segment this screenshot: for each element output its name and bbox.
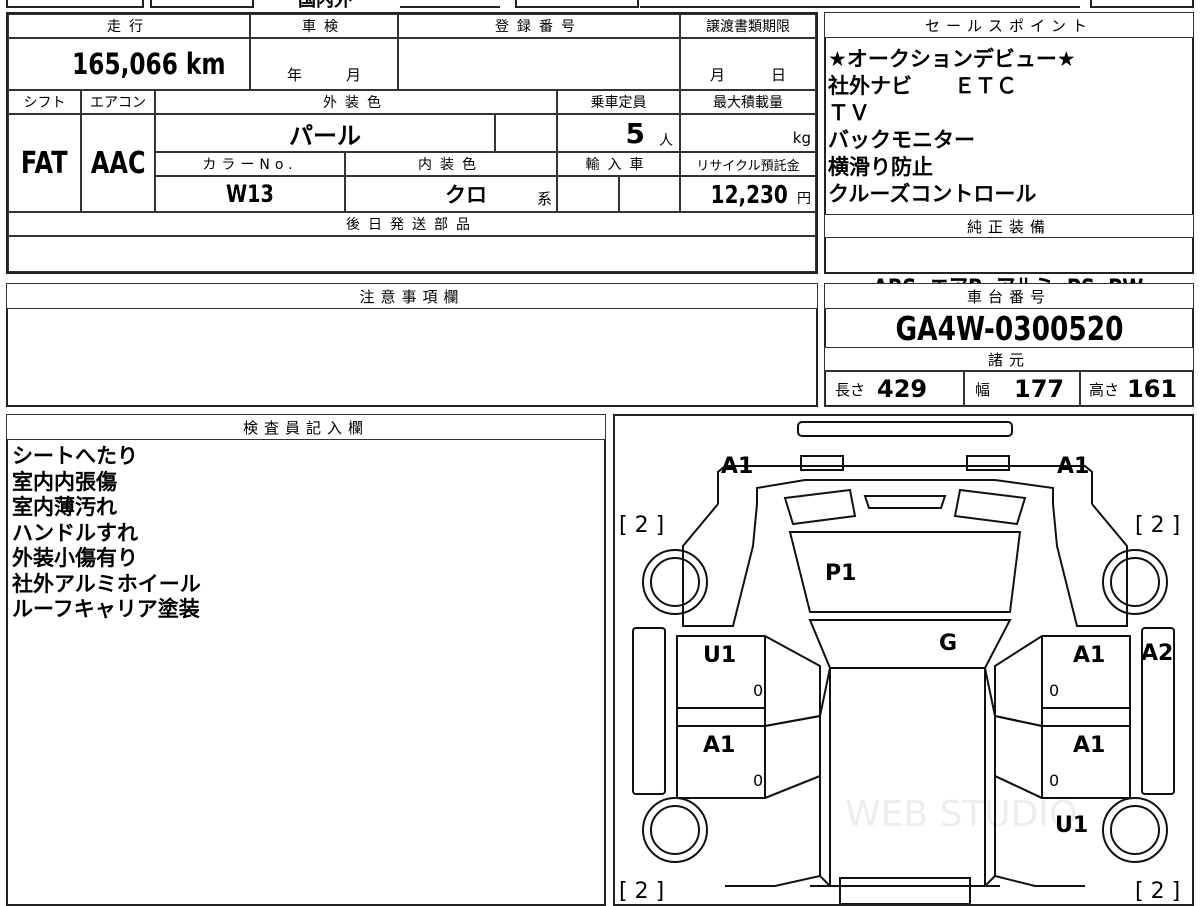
sales-point-line: 社外ナビ ＥＴＣ: [828, 74, 1017, 98]
exterior-value: パール: [289, 121, 361, 150]
later-parts-label: 後日発送部品: [8, 212, 816, 236]
later-parts-value: [8, 236, 816, 272]
sales-points-box: セールスポイント ★オークションデビュー★ 社外ナビ ＥＴＣ ＴＶ バックモニタ…: [824, 12, 1194, 302]
recycle-unit: 円: [797, 191, 811, 207]
capacity-unit: 人: [659, 133, 673, 149]
mark-front-right: A1: [1057, 454, 1089, 479]
car-diagram: A1 A1 [ 2 ] [ 2 ] [ 2 ] [ 2 ] P1 G U1 A1…: [619, 421, 1180, 904]
inspection-year: 年: [286, 66, 302, 84]
mark-front-left: A1: [721, 454, 753, 479]
color-no-label: カラーNo.: [155, 152, 345, 176]
inspector-line: ルーフキャリア塗装: [12, 597, 200, 621]
mark-zero: 0: [1049, 771, 1059, 790]
width-label: 幅: [975, 380, 991, 399]
inspector-line: シートへたり: [12, 444, 138, 468]
inspection-label: 車検: [250, 14, 398, 38]
mark-right-rear-door: A1: [1073, 733, 1105, 758]
watermark: WEB STUDIO: [845, 794, 1077, 835]
car-diagram-box: A1 A1 [ 2 ] [ 2 ] [ 2 ] [ 2 ] P1 G U1 A1…: [613, 414, 1194, 906]
notes-label: 注意事項欄: [6, 283, 818, 309]
mark-hood: P1: [825, 561, 856, 586]
inspector-line: 社外アルミホイール: [12, 571, 201, 596]
transfer-day: 日: [771, 66, 787, 84]
chassis-number: GA4W-0300520: [895, 308, 1123, 348]
ac-label: エアコン: [81, 90, 155, 114]
mark-right-side: A2: [1141, 641, 1173, 666]
sales-point-line: バックモニター: [828, 128, 975, 152]
height-value: 161: [1127, 375, 1178, 403]
sales-point-line: 横滑り防止: [828, 155, 933, 179]
sales-point-line: クルーズコントロール: [828, 182, 1037, 206]
mark-zero: 0: [1049, 681, 1059, 700]
mark-right-front-door: A1: [1073, 643, 1105, 668]
top-partial-text: 国内外: [298, 0, 352, 11]
shift-value: FAT: [21, 145, 68, 181]
interior-suffix: 系: [536, 190, 552, 208]
interior-value: クロ: [445, 183, 487, 207]
length-label: 長さ: [835, 380, 866, 399]
transfer-deadline-label: 譲渡書類期限: [680, 14, 816, 38]
chassis-label: 車台番号: [824, 283, 1194, 309]
max-load-unit: kg: [792, 129, 811, 147]
inspector-line: ハンドルすれ: [12, 520, 138, 545]
specs-label: 諸元: [824, 347, 1194, 371]
sales-point-line: ＴＶ: [828, 101, 870, 125]
inspector-line: 室内薄汚れ: [12, 495, 117, 519]
mark-bracket-br: [ 2 ]: [1135, 879, 1180, 904]
recycle-value: 12,230: [710, 179, 788, 209]
standard-equipment-label: 純正装備: [824, 214, 1194, 238]
inspector-line: 室内内張傷: [12, 469, 117, 494]
height-label: 高さ: [1089, 380, 1120, 399]
sales-points-list: ★オークションデビュー★ 社外ナビ ＥＴＣ ＴＶ バックモニター 横滑り防止 ク…: [828, 46, 1076, 208]
sales-point-line: ★オークションデビュー★: [828, 47, 1076, 71]
max-load-label: 最大積載量: [680, 90, 816, 114]
import-label: 輸入車: [557, 152, 680, 176]
notes-box: 注意事項欄: [6, 283, 818, 407]
registration-label: 登録番号: [398, 14, 680, 38]
mileage-label: 走行: [8, 14, 250, 38]
registration-value: [398, 38, 680, 90]
inspection-month: 月: [346, 66, 362, 84]
mark-left-front-door: U1: [703, 643, 736, 668]
chassis-box: 車台番号 GA4W-0300520 諸元 長さ 429 幅 177 高さ 161: [824, 283, 1194, 407]
capacity-value: 5: [625, 116, 645, 150]
mark-bracket-tr: [ 2 ]: [1135, 513, 1180, 538]
mark-zero: 0: [753, 681, 763, 700]
length-value: 429: [877, 375, 928, 403]
vehicle-info-table: 走行 車検 登録番号 譲渡書類期限 165,066 km 年 月 月 日 シフト…: [6, 12, 818, 274]
inspector-list: シートへたり 室内内張傷 室内薄汚れ ハンドルすれ 外装小傷有り 社外アルミホイ…: [12, 444, 201, 623]
transfer-month: 月: [709, 66, 725, 84]
ac-value: AAC: [90, 145, 146, 181]
mileage-value: 165,066 km: [72, 47, 226, 81]
mark-bracket-bl: [ 2 ]: [619, 879, 664, 904]
shift-label: シフト: [8, 90, 81, 114]
capacity-label: 乗車定員: [557, 90, 680, 114]
exterior-label: 外装色: [155, 90, 557, 114]
color-no-value: W13: [226, 180, 274, 208]
inspector-label: 検査員記入欄: [6, 414, 606, 440]
inspector-box: 検査員記入欄 シートへたり 室内内張傷 室内薄汚れ ハンドルすれ 外装小傷有り …: [6, 414, 606, 906]
sales-points-label: セールスポイント: [824, 12, 1194, 38]
inspector-line: 外装小傷有り: [12, 546, 138, 570]
mark-zero: 0: [753, 771, 763, 790]
width-value: 177: [1014, 375, 1065, 403]
recycle-label: リサイクル預託金: [680, 152, 816, 176]
mark-bracket-tl: [ 2 ]: [619, 513, 664, 538]
mark-left-rear-door: A1: [703, 733, 735, 758]
top-strip: 国内外: [0, 0, 1200, 11]
interior-label: 内装色: [345, 152, 557, 176]
mark-windshield: G: [939, 631, 957, 656]
